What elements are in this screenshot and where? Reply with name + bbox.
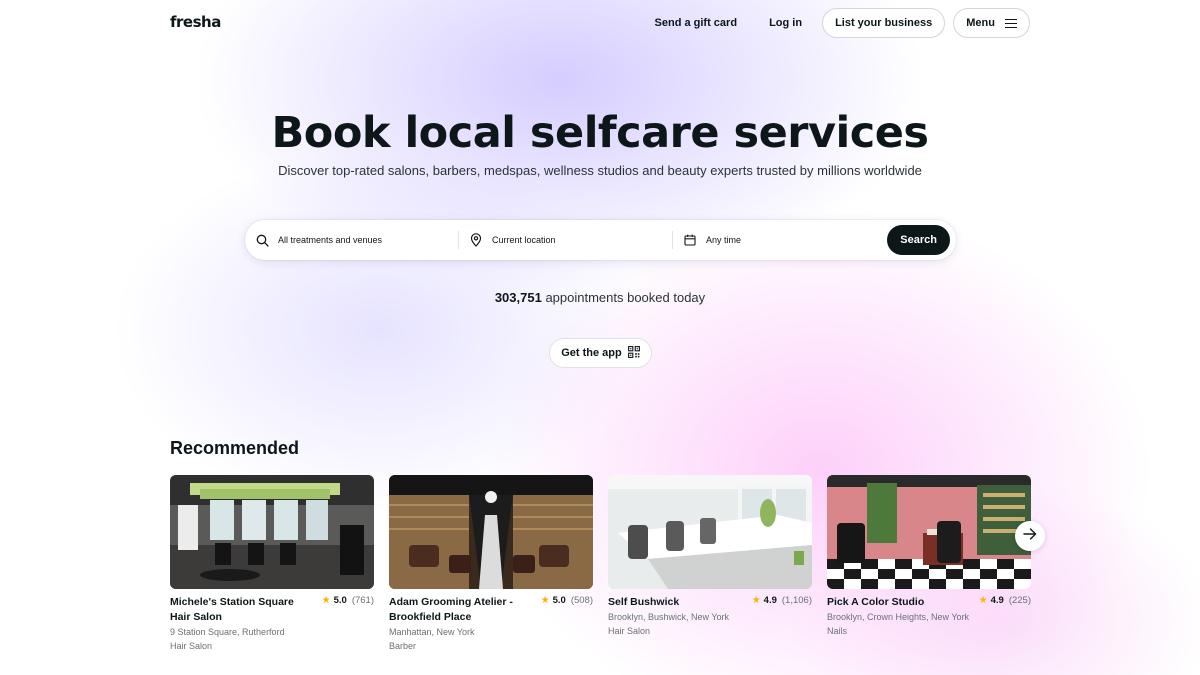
- location-field[interactable]: Current location: [459, 220, 672, 260]
- review-count: (225): [1008, 595, 1031, 606]
- hero-subtitle: Discover top-rated salons, barbers, meds…: [278, 163, 922, 178]
- recommended-carousel: Michele's Station Square Hair Salon ★ 5.…: [170, 475, 1031, 665]
- venue-address: Brooklyn, Crown Heights, New York: [827, 612, 970, 622]
- venue-info: Adam Grooming Atelier - Brookfield Place…: [389, 595, 593, 653]
- appointments-count: 303,751: [494, 290, 542, 305]
- menu-button[interactable]: Menu: [953, 8, 1030, 38]
- send-gift-card-link[interactable]: Send a gift card: [655, 17, 738, 29]
- venue-rating: ★ 5.0 (508): [541, 595, 593, 606]
- venue-name: Pick A Color Studio: [827, 596, 925, 608]
- carousel-next-button[interactable]: [1015, 521, 1045, 551]
- venue-info: Michele's Station Square Hair Salon ★ 5.…: [170, 595, 374, 653]
- treatments-search-field[interactable]: All treatments and venues: [245, 220, 458, 260]
- star-icon: ★: [751, 595, 761, 606]
- appointments-label: appointments booked today: [545, 290, 706, 305]
- appointments-booked-stat: 303,751 appointments booked today: [0, 290, 1200, 305]
- venue-category: Nails: [827, 626, 848, 636]
- venue-category: Hair Salon: [170, 641, 213, 651]
- location-placeholder: Current location: [492, 235, 556, 245]
- search-button[interactable]: Search: [887, 225, 950, 255]
- rating-score: 4.9: [763, 595, 777, 606]
- hero-title: Book local selfcare services: [271, 108, 929, 158]
- rating-score: 5.0: [552, 595, 566, 606]
- venue-name: Self Bushwick: [608, 596, 680, 608]
- review-count: (1,106): [781, 595, 812, 606]
- venue-rating: ★ 5.0 (761): [322, 595, 374, 606]
- list-your-business-button[interactable]: List your business: [822, 8, 946, 38]
- search-bar: All treatments and venues Current locati…: [245, 220, 956, 260]
- venue-card[interactable]: Michele's Station Square Hair Salon ★ 5.…: [170, 475, 374, 653]
- location-pin-icon: [469, 233, 483, 247]
- star-icon: ★: [540, 595, 550, 606]
- venue-name: Adam Grooming Atelier - Brookfield Place: [389, 596, 513, 623]
- treatments-search-placeholder: All treatments and venues: [278, 235, 383, 245]
- rating-score: 5.0: [333, 595, 347, 606]
- venue-info: Pick A Color Studio ★ 4.9 (225) Brooklyn…: [827, 595, 1031, 638]
- venue-photo: [170, 475, 374, 589]
- star-icon: ★: [978, 595, 988, 606]
- time-field[interactable]: Any time: [673, 220, 883, 260]
- venue-address: Manhattan, New York: [389, 627, 475, 637]
- review-count: (508): [570, 595, 593, 606]
- arrow-right-icon: [1023, 527, 1037, 545]
- venue-rating: ★ 4.9 (1,106): [752, 595, 812, 606]
- list-your-business-label: List your business: [835, 17, 933, 29]
- recommended-heading: Recommended: [170, 438, 300, 458]
- top-nav: Send a gift card Log in List your busine…: [655, 8, 1030, 38]
- venue-address: Brooklyn, Bushwick, New York: [608, 612, 730, 622]
- venue-photo: [827, 475, 1031, 589]
- time-placeholder: Any time: [706, 235, 742, 245]
- venue-category: Barber: [389, 641, 417, 651]
- get-the-app-button[interactable]: Get the app: [549, 338, 652, 368]
- get-the-app-label: Get the app: [561, 347, 622, 359]
- hamburger-icon: [1005, 18, 1017, 28]
- venue-card[interactable]: Adam Grooming Atelier - Brookfield Place…: [389, 475, 593, 653]
- venue-rating: ★ 4.9 (225): [979, 595, 1031, 606]
- rating-score: 4.9: [990, 595, 1004, 606]
- log-in-link[interactable]: Log in: [769, 17, 802, 29]
- menu-label: Menu: [966, 17, 995, 29]
- calendar-icon: [683, 233, 697, 247]
- venue-card[interactable]: Pick A Color Studio ★ 4.9 (225) Brooklyn…: [827, 475, 1031, 638]
- venue-address: 9 Station Square, Rutherford: [170, 627, 285, 637]
- venue-photo: [389, 475, 593, 589]
- search-icon: [255, 233, 269, 247]
- page: fresha Send a gift card Log in List your…: [0, 0, 1200, 675]
- venue-photo: [608, 475, 812, 589]
- venue-name: Michele's Station Square Hair Salon: [170, 596, 294, 623]
- venue-category: Hair Salon: [608, 626, 651, 636]
- star-icon: ★: [321, 595, 331, 606]
- venue-info: Self Bushwick ★ 4.9 (1,106) Brooklyn, Bu…: [608, 595, 812, 638]
- qr-code-icon: [627, 345, 640, 361]
- fresha-logo[interactable]: fresha: [170, 13, 221, 31]
- venue-card[interactable]: Self Bushwick ★ 4.9 (1,106) Brooklyn, Bu…: [608, 475, 812, 638]
- review-count: (761): [351, 595, 374, 606]
